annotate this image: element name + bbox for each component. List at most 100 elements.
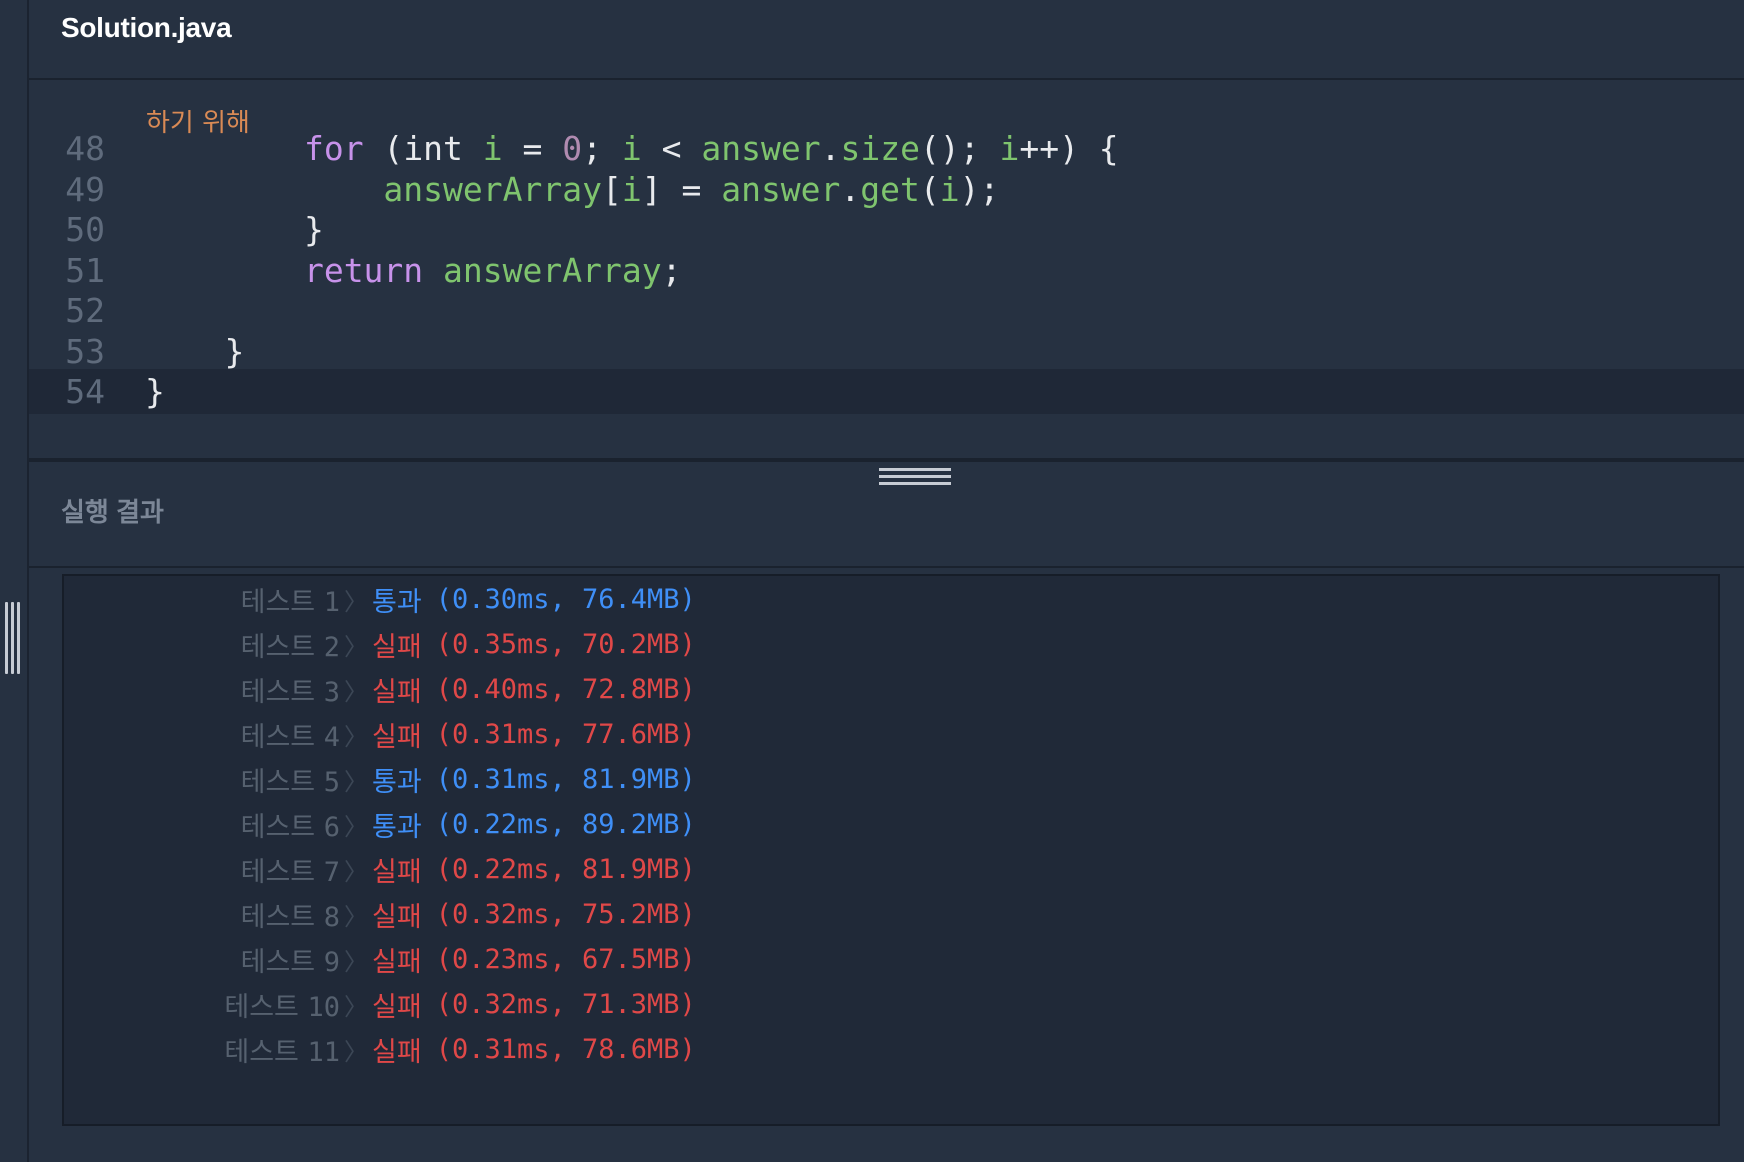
code-token: ; [582,129,622,168]
test-number: 6 [323,811,340,843]
code-line[interactable]: 49 answerArray[i] = answer.get(i); [29,167,1744,212]
chevron-right-icon: 〉 [344,677,368,706]
test-label: 테스트 8 [64,895,340,934]
code-line[interactable]: 51 return answerArray; [29,248,1744,293]
code-token: int [403,129,463,168]
code-token: [ [601,169,622,209]
test-number: 9 [323,946,340,978]
code-line[interactable]: 54} [29,369,1744,414]
test-label-prefix: 테스트 [224,991,308,1023]
test-result-row: 테스트 11 〉 실패 (0.31ms, 78.6MB) [64,1024,1718,1074]
status-pass: 통과 [372,766,422,798]
test-label-prefix: 테스트 [240,766,324,798]
line-number: 51 [65,250,105,290]
status-fail: 실패 [372,856,422,888]
test-metrics: (0.22ms, 81.9MB) [435,853,696,885]
test-metrics: (0.35ms, 70.2MB) [435,628,696,660]
code-line[interactable]: 52 [29,288,1744,333]
line-number: 48 [65,129,105,168]
test-label-prefix: 테스트 [240,901,324,933]
status-fail: 실패 [372,721,422,753]
code-line[interactable]: 53 } [29,329,1744,374]
test-result-row: 테스트 3 〉 실패 (0.40ms, 72.8MB) [64,664,1718,714]
test-label: 테스트 1 [64,580,340,619]
chevron-right-icon: 〉 [344,767,368,796]
test-label-prefix: 테스트 [240,856,324,888]
code-token: } [145,210,324,249]
test-result-row: 테스트 7 〉 실패 (0.22ms, 81.9MB) [64,844,1718,894]
code-token: } [145,372,165,411]
status-fail: 실패 [372,1036,422,1068]
status-fail: 실패 [372,631,422,663]
test-label: 테스트 3 [64,670,340,709]
result-title: 실행 결과 [61,497,164,527]
line-number: 50 [65,210,105,249]
code-token: ( [919,169,940,209]
test-metrics: (0.31ms, 78.6MB) [435,1033,696,1065]
test-label: 테스트 5 [64,760,340,799]
test-number: 8 [323,901,340,933]
test-result-row: 테스트 8 〉 실패 (0.32ms, 75.2MB) [64,889,1718,939]
code-token: ); [959,169,1000,209]
status-fail: 실패 [372,946,422,978]
test-result-row: 테스트 5 〉 통과 (0.31ms, 81.9MB) [64,754,1718,804]
code-text: for (int i = 0; i < answer.size(); i++) … [145,129,1119,168]
status-fail: 실패 [372,901,422,933]
test-label: 테스트 7 [64,850,340,889]
status-fail: 실패 [372,991,422,1023]
test-metrics: (0.31ms, 81.9MB) [435,763,696,795]
test-result-row: 테스트 1 〉 통과 (0.30ms, 76.4MB) [64,574,1718,624]
chevron-right-icon: 〉 [344,947,368,976]
test-metrics: (0.31ms, 77.6MB) [435,718,696,750]
line-number: 53 [65,331,105,371]
status-fail: 실패 [372,676,422,708]
code-line[interactable]: 48 for (int i = 0; i < answer.size(); i+… [29,126,1744,171]
code-token: answer [701,129,821,168]
chevron-right-icon: 〉 [344,632,368,661]
code-token: = [502,129,563,168]
test-result-row: 테스트 9 〉 실패 (0.23ms, 67.5MB) [64,934,1718,984]
status-pass: 통과 [372,811,422,843]
code-text: answerArray[i] = answer.get(i); [145,170,999,209]
test-label: 테스트 4 [64,715,340,754]
test-number: 2 [323,631,340,663]
code-token: answer [721,169,841,209]
code-token: get [860,169,920,209]
test-label-prefix: 테스트 [240,721,324,753]
test-result-row: 테스트 4 〉 실패 (0.31ms, 77.6MB) [64,709,1718,759]
test-label: 테스트 11 [64,1030,340,1069]
splitter-handle-icon[interactable] [879,468,951,488]
code-token: . [820,129,841,168]
code-token: 0 [562,129,583,168]
code-text: return answerArray; [145,250,682,290]
code-text: } [145,332,244,371]
code-text: } [145,372,165,411]
test-number: 4 [323,721,340,753]
code-token: i [999,129,1020,168]
code-token: (); [919,129,1000,168]
line-number: 52 [65,291,105,330]
code-line[interactable]: 50 } [29,207,1744,252]
panel-resize-handle-icon[interactable] [2,602,22,674]
editor-result-divider [29,458,1744,462]
test-label: 테스트 6 [64,805,340,844]
test-number: 3 [323,676,340,708]
code-token: answerArray [443,250,662,290]
code-editor[interactable]: 하기 위해 48 for (int i = 0; i < answer.size… [29,80,1744,460]
result-divider [29,566,1744,568]
test-label: 테스트 9 [64,940,340,979]
code-text: } [145,210,324,249]
status-pass: 통과 [372,586,422,618]
test-metrics: (0.32ms, 71.3MB) [435,988,696,1020]
chevron-right-icon: 〉 [344,587,368,616]
main-panel: Solution.java 하기 위해 48 for (int i = 0; i… [29,0,1744,1162]
line-number: 49 [65,169,105,209]
test-metrics: (0.23ms, 67.5MB) [435,943,696,975]
chevron-right-icon: 〉 [344,857,368,886]
result-output: 테스트 1 〉 통과 (0.30ms, 76.4MB) 테스트 2 〉 실패 (0.35ms,… [62,574,1720,1126]
code-token: i [482,129,503,168]
